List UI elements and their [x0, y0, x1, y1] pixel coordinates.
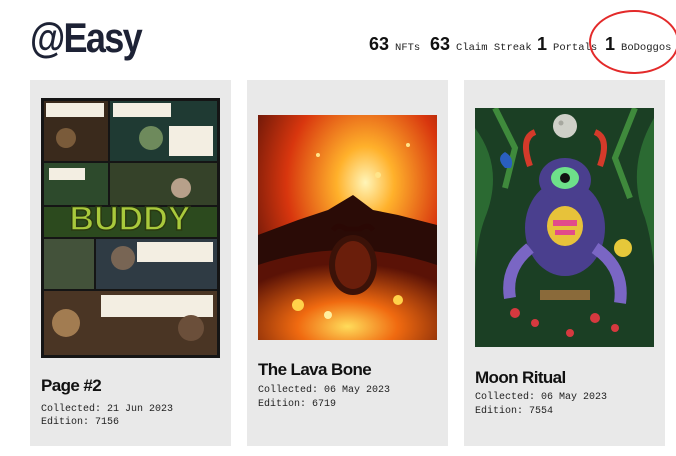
- stat-claim-streak[interactable]: 63 Claim Streak: [430, 34, 532, 55]
- nft-card-the-lava-bone[interactable]: The Lava Bone Collected: 06 May 2023 Edi…: [247, 80, 448, 446]
- card-edition: Edition: 6719: [258, 399, 337, 410]
- stat-label: NFTs: [395, 42, 421, 54]
- nft-artwork-moon-ritual[interactable]: [475, 108, 654, 347]
- card-collected-date: Collected: 06 May 2023: [475, 392, 608, 403]
- comic-title-text: BUDDY: [70, 200, 191, 238]
- nft-artwork-lava-bone[interactable]: [258, 115, 437, 340]
- stat-nfts[interactable]: 63 NFTs: [369, 34, 420, 55]
- stat-value: 1: [537, 34, 548, 54]
- stat-label: Claim Streak: [456, 42, 532, 54]
- ritual-creature-illustration: [475, 108, 654, 347]
- card-edition: Edition: 7554: [475, 406, 554, 417]
- nft-card-moon-ritual[interactable]: Moon Ritual Collected: 06 May 2023 Editi…: [464, 80, 665, 446]
- nft-card-page-2[interactable]: BUDDY Page #2 Collected: 21 Jun 2023 Edi…: [30, 80, 231, 446]
- card-collected-date: Collected: 21 Jun 2023: [41, 404, 174, 415]
- comic-illustration: BUDDY: [41, 98, 220, 358]
- card-collected-date: Collected: 06 May 2023: [258, 385, 391, 396]
- card-title: Moon Ritual: [475, 368, 566, 387]
- card-title: The Lava Bone: [258, 360, 372, 379]
- highlight-circle: [589, 10, 676, 74]
- stat-value: 63: [430, 34, 451, 54]
- profile-stats: 63 NFTs 63 Claim Streak 1 Portals 1 BoDo…: [0, 34, 676, 58]
- card-title: Page #2: [41, 376, 102, 395]
- nft-artwork-comic-page[interactable]: BUDDY: [41, 98, 220, 358]
- card-edition: Edition: 7156: [41, 417, 120, 428]
- volcano-illustration: [258, 115, 437, 340]
- stat-value: 63: [369, 34, 390, 54]
- stat-portals[interactable]: 1 Portals: [537, 34, 597, 55]
